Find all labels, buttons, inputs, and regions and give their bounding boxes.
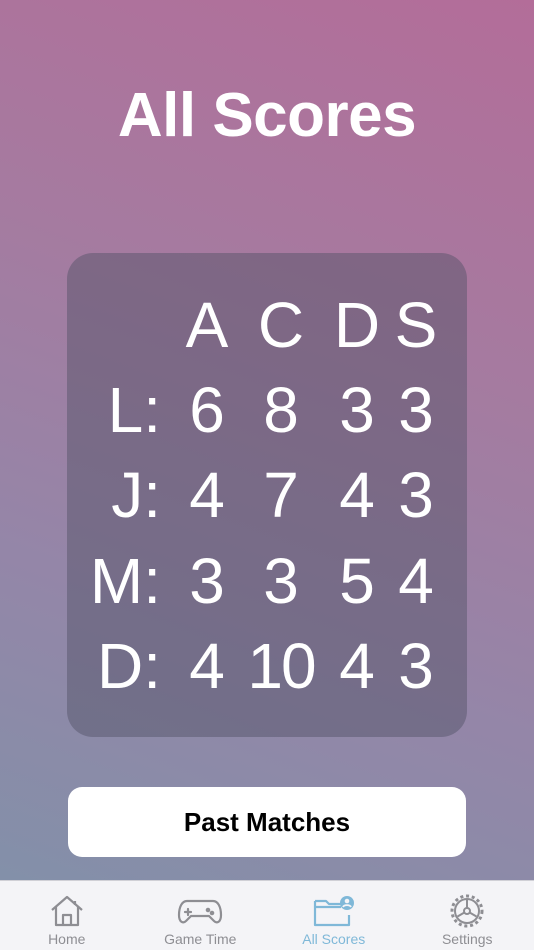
- score-cell: 8: [263, 374, 299, 446]
- tab-game-time[interactable]: Game Time: [134, 881, 268, 950]
- column-header: S: [394, 289, 438, 361]
- player-label: J:: [111, 459, 161, 531]
- tab-label: All Scores: [302, 931, 366, 947]
- column-header: A: [185, 289, 229, 361]
- score-cell: 3: [398, 459, 434, 531]
- column-header: C: [257, 289, 305, 361]
- player-label: L:: [107, 374, 161, 446]
- score-cell: 7: [263, 459, 299, 531]
- score-cell: 6: [189, 374, 225, 446]
- gamecontroller-icon: [178, 899, 223, 924]
- player-label: D:: [97, 630, 161, 702]
- score-cell: 4: [189, 459, 225, 531]
- score-cell: 4: [189, 630, 225, 702]
- player-label: M:: [89, 545, 161, 617]
- folder-person-icon: [313, 896, 354, 927]
- past-matches-button[interactable]: Past Matches: [68, 787, 466, 857]
- score-card: A C D S L: 6 8 3 3 J: 4 7 4 3 M: 3 3 5 4…: [67, 253, 467, 737]
- score-cell: 10: [247, 630, 316, 702]
- tab-settings[interactable]: Settings: [401, 881, 534, 950]
- tab-bar: Home Game Time All Scores Settings: [0, 880, 534, 950]
- score-cell: 3: [189, 545, 225, 617]
- score-cell: 3: [398, 374, 434, 446]
- tab-label: Settings: [441, 931, 493, 947]
- tab-label: Game Time: [164, 931, 237, 947]
- house-icon: [51, 895, 83, 927]
- tab-home[interactable]: Home: [0, 881, 134, 950]
- score-table: A C D S L: 6 8 3 3 J: 4 7 4 3 M: 3 3 5 4…: [67, 253, 467, 737]
- page-title: All Scores: [117, 81, 417, 150]
- gear-icon: [450, 894, 484, 928]
- score-cell: 3: [398, 630, 434, 702]
- tab-all-scores[interactable]: All Scores: [267, 881, 401, 950]
- score-cell: 4: [398, 545, 434, 617]
- score-cell: 3: [263, 545, 299, 617]
- tab-label: Home: [48, 931, 86, 947]
